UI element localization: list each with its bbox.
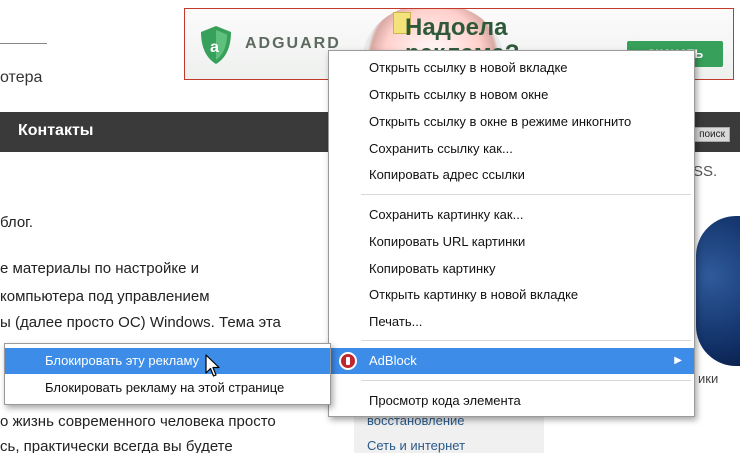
menu-save-link-as[interactable]: Сохранить ссылку как... — [329, 136, 694, 162]
context-menu: Открыть ссылку в новой вкладке Открыть с… — [328, 50, 695, 417]
menu-inspect-element[interactable]: Просмотр кода элемента — [329, 388, 694, 414]
menu-print[interactable]: Печать... — [329, 309, 694, 335]
menu-separator — [361, 194, 691, 195]
menu-adblock-label: AdBlock — [369, 353, 417, 368]
svg-text:a: a — [210, 39, 219, 56]
adguard-shield-icon: a — [201, 26, 231, 64]
article-line: компьютера под управлением — [0, 288, 210, 305]
article-line: блог. — [0, 214, 33, 231]
mouse-cursor-icon — [205, 354, 220, 377]
ad-headline-line: Надоела — [405, 14, 508, 41]
submenu-arrow-icon: ▶ — [674, 355, 682, 366]
menu-open-image-new-tab[interactable]: Открыть картинку в новой вкладке — [329, 282, 694, 308]
menu-adblock[interactable]: AdBlock ▶ — [329, 348, 694, 374]
submenu-block-ad-on-page[interactable]: Блокировать рекламу на этой странице — [5, 375, 330, 401]
sidebar-text: ики — [698, 371, 719, 386]
sidebar-image — [696, 216, 740, 366]
menu-open-link-incognito[interactable]: Открыть ссылку в окне в режиме инкогнито — [329, 109, 694, 135]
adblock-icon — [339, 352, 357, 370]
article-line: о жизнь современного человека просто — [0, 413, 276, 430]
adblock-submenu: Блокировать эту рекламу Блокировать рекл… — [4, 343, 331, 405]
divider — [0, 43, 47, 44]
menu-copy-image[interactable]: Копировать картинку — [329, 256, 694, 282]
submenu-block-this-ad[interactable]: Блокировать эту рекламу — [5, 348, 330, 374]
menu-copy-image-url[interactable]: Копировать URL картинки — [329, 229, 694, 255]
rss-text: SS. — [693, 163, 718, 180]
menu-open-link-new-tab[interactable]: Открыть ссылку в новой вкладке — [329, 55, 694, 81]
article-line: сь, практически всегда вы будете — [0, 438, 233, 453]
ad-brand: ADGUARD — [245, 35, 341, 52]
menu-copy-link-address[interactable]: Копировать адрес ссылки — [329, 162, 694, 188]
article-line: ы (далее просто ОС) Windows. Тема эта — [0, 314, 281, 331]
menu-separator — [361, 380, 691, 381]
nav-link-contacts[interactable]: Контакты — [18, 122, 93, 140]
search-button[interactable]: поиск — [694, 127, 730, 142]
article-line: е материалы по настройке и — [0, 260, 199, 277]
menu-save-image-as[interactable]: Сохранить картинку как... — [329, 202, 694, 228]
sidebar-link[interactable]: Сеть и интернет — [367, 438, 465, 453]
menu-separator — [361, 340, 691, 341]
menu-open-link-new-window[interactable]: Открыть ссылку в новом окне — [329, 82, 694, 108]
site-subtitle: отера — [0, 69, 43, 86]
